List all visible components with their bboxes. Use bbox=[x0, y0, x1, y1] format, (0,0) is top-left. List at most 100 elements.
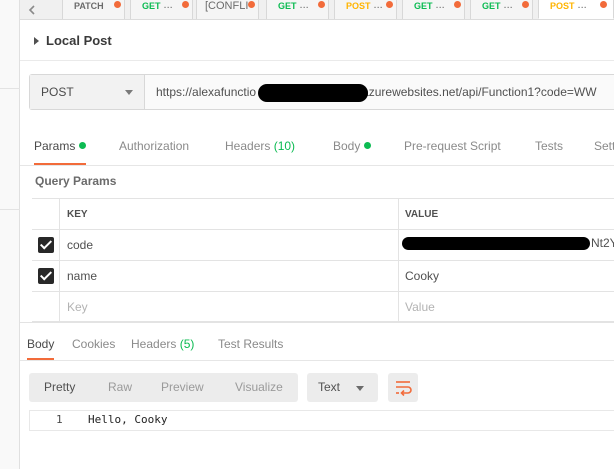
view-visualize-button[interactable]: Visualize bbox=[235, 373, 283, 402]
tab-pre-request-script-label: Pre-request Script bbox=[404, 139, 501, 153]
response-tab-cookies-label: Cookies bbox=[72, 337, 116, 351]
tab-method: GET bbox=[142, 1, 161, 11]
method-label: POST bbox=[41, 85, 74, 99]
url-prefix: https://alexafunctio bbox=[156, 85, 257, 99]
param-value-cell[interactable]: Cooky bbox=[398, 261, 614, 291]
request-header: Local Post bbox=[20, 21, 614, 61]
request-tab-active[interactable]: POST ... bbox=[538, 0, 614, 19]
param-value: Cooky bbox=[405, 269, 440, 283]
sidebar-divider bbox=[0, 209, 20, 210]
unsaved-dot bbox=[600, 1, 607, 8]
unsaved-dot bbox=[454, 1, 461, 8]
url-input[interactable]: https://alexafunctio 8.azurewebsites.net/… bbox=[156, 75, 597, 109]
sidebar-divider bbox=[0, 88, 20, 89]
tab-name: ... bbox=[373, 0, 383, 11]
tab-method: POST bbox=[550, 1, 575, 11]
value-column-header: VALUE bbox=[398, 199, 614, 229]
key-column-header: KEY bbox=[59, 199, 398, 229]
url-suffix: 8.azurewebsites.net/api/Function1?code=W… bbox=[352, 85, 597, 99]
tab-headers[interactable]: Headers (10) bbox=[225, 128, 295, 165]
request-tab[interactable]: GET ... bbox=[470, 0, 533, 19]
format-select[interactable]: Text bbox=[307, 373, 378, 402]
param-value: Nt2Y bbox=[591, 236, 614, 250]
checkbox-checked-icon[interactable] bbox=[38, 237, 54, 253]
unsaved-dot bbox=[182, 1, 189, 8]
param-key: name bbox=[67, 269, 98, 283]
tab-authorization[interactable]: Authorization bbox=[119, 128, 189, 165]
line-number: 1 bbox=[56, 413, 63, 426]
request-tab-bar: PATCH GET ... [CONFLI GET ... POST ... G… bbox=[20, 0, 614, 20]
view-pretty-button[interactable]: Pretty bbox=[44, 373, 75, 402]
unsaved-dot bbox=[522, 1, 529, 8]
chevron-down-icon bbox=[125, 90, 133, 95]
response-tab-cookies[interactable]: Cookies bbox=[72, 329, 115, 360]
unsaved-dot bbox=[114, 1, 121, 8]
request-title[interactable]: Local Post bbox=[46, 33, 112, 48]
param-key-cell[interactable]: name bbox=[59, 261, 398, 291]
sidebar-edge bbox=[0, 0, 20, 469]
table-row-new: Key Value bbox=[32, 291, 614, 322]
tab-name: ... bbox=[577, 0, 587, 11]
request-tab[interactable]: PATCH bbox=[62, 0, 125, 19]
redaction-mark bbox=[402, 237, 590, 250]
response-tab-headers-label: Headers bbox=[131, 337, 177, 351]
value-placeholder: Value bbox=[405, 299, 435, 314]
table-header-row: KEY VALUE bbox=[32, 198, 614, 229]
query-params-title: Query Params bbox=[35, 174, 117, 188]
tab-body[interactable]: Body bbox=[333, 128, 372, 165]
request-tab[interactable]: POST ... bbox=[334, 0, 397, 19]
params-table: KEY VALUE code name Cooky Key Value bbox=[32, 198, 614, 322]
tab-pre-request-script[interactable]: Pre-request Script bbox=[404, 128, 501, 165]
method-select[interactable]: POST bbox=[30, 75, 145, 109]
response-tab-headers[interactable]: Headers (5) bbox=[131, 329, 194, 360]
key-placeholder: Key bbox=[67, 299, 88, 314]
check-column-header bbox=[32, 199, 59, 229]
new-value-input[interactable]: Value bbox=[398, 292, 614, 321]
row-check-cell bbox=[32, 292, 59, 321]
chevron-left-icon[interactable] bbox=[22, 0, 42, 20]
params-indicator-dot bbox=[79, 142, 87, 149]
wrap-lines-button[interactable] bbox=[388, 373, 418, 402]
view-preview-button[interactable]: Preview bbox=[161, 373, 204, 402]
tab-name: ... bbox=[503, 0, 513, 11]
caret-right-icon[interactable] bbox=[34, 36, 39, 45]
headers-count: (10) bbox=[273, 139, 296, 153]
chevron-down-icon bbox=[356, 386, 364, 391]
response-text: Hello, Cooky bbox=[88, 413, 168, 426]
checkbox-checked-icon[interactable] bbox=[38, 268, 54, 284]
response-tab-test-results[interactable]: Test Results bbox=[218, 329, 283, 360]
request-tab[interactable]: GET ... bbox=[402, 0, 465, 19]
postman-window: PATCH GET ... [CONFLI GET ... POST ... G… bbox=[0, 0, 614, 469]
tab-name: ... bbox=[435, 0, 445, 11]
param-key-cell[interactable]: code bbox=[59, 230, 398, 260]
request-tab[interactable]: [CONFLI bbox=[196, 0, 259, 19]
request-tabs: Params Authorization Headers (10) Body P… bbox=[20, 128, 614, 166]
tab-headers-label: Headers bbox=[225, 139, 271, 153]
new-key-input[interactable]: Key bbox=[59, 292, 398, 321]
tab-name: [CONFLI bbox=[205, 1, 249, 12]
unsaved-dot bbox=[318, 1, 325, 8]
response-headers-count: (5) bbox=[179, 337, 195, 351]
redaction-mark bbox=[258, 84, 368, 102]
tab-method: GET bbox=[278, 1, 297, 11]
response-view-toggle: Pretty Raw Preview Visualize bbox=[29, 373, 298, 402]
tab-method: GET bbox=[482, 1, 501, 11]
response-body-editor[interactable]: 1 Hello, Cooky bbox=[29, 410, 614, 431]
request-tab[interactable]: GET ... bbox=[130, 0, 193, 19]
view-raw-button[interactable]: Raw bbox=[108, 373, 132, 402]
unsaved-dot bbox=[386, 1, 393, 8]
tab-tests[interactable]: Tests bbox=[535, 128, 563, 165]
tab-body-label: Body bbox=[333, 139, 361, 153]
response-tab-test-results-label: Test Results bbox=[218, 337, 284, 351]
response-tab-body-label: Body bbox=[27, 337, 55, 351]
response-divider bbox=[20, 322, 614, 323]
body-indicator-dot bbox=[364, 142, 372, 149]
tab-params[interactable]: Params bbox=[34, 128, 87, 165]
tab-params-label: Params bbox=[34, 139, 76, 153]
request-tab[interactable]: GET ... bbox=[266, 0, 329, 19]
row-check-cell bbox=[32, 261, 59, 291]
param-key: code bbox=[67, 238, 94, 252]
tab-settings[interactable]: Sett bbox=[594, 128, 614, 165]
response-tab-body[interactable]: Body bbox=[27, 329, 55, 360]
format-label: Text bbox=[318, 380, 341, 394]
